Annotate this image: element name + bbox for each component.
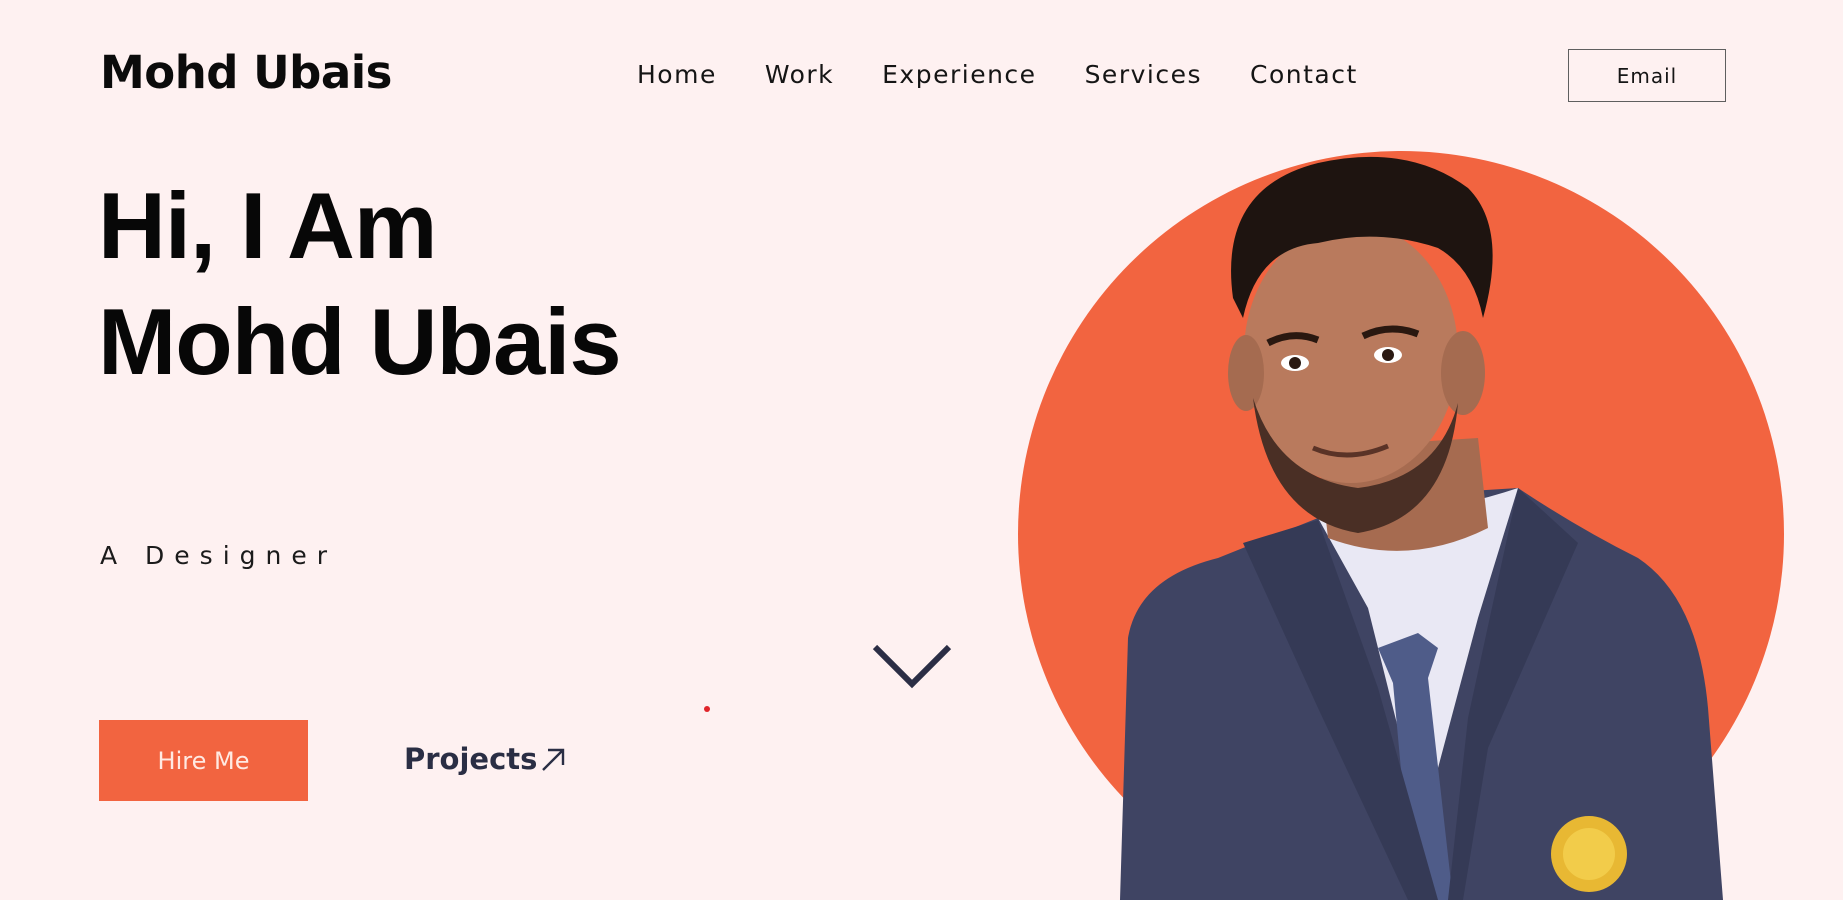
nav-home[interactable]: Home — [637, 60, 717, 89]
hire-me-button[interactable]: Hire Me — [99, 720, 308, 801]
nav-work[interactable]: Work — [765, 60, 834, 89]
projects-link-label: Projects — [404, 742, 538, 776]
hero-title-line-2: Mohd Ubais — [98, 289, 622, 394]
hero-title: Hi, I Am Mohd Ubais — [98, 168, 622, 400]
logo[interactable]: Mohd Ubais — [100, 46, 392, 99]
chevron-down-icon[interactable] — [872, 643, 952, 689]
nav-experience[interactable]: Experience — [882, 60, 1036, 89]
email-button[interactable]: Email — [1568, 49, 1726, 102]
hero-role: A Designer — [100, 541, 338, 570]
hero-title-line-1: Hi, I Am — [98, 173, 437, 278]
page: Mohd Ubais Home Work Experience Services… — [0, 0, 1843, 900]
nav-services[interactable]: Services — [1085, 60, 1202, 89]
nav-contact[interactable]: Contact — [1250, 60, 1358, 89]
profile-portrait — [1018, 148, 1790, 900]
main-nav: Home Work Experience Services Contact — [637, 60, 1358, 89]
cursor-dot — [704, 706, 710, 712]
portrait-illustration — [1018, 151, 1784, 900]
arrow-up-right-icon — [542, 748, 565, 771]
projects-link[interactable]: Projects — [404, 742, 567, 776]
